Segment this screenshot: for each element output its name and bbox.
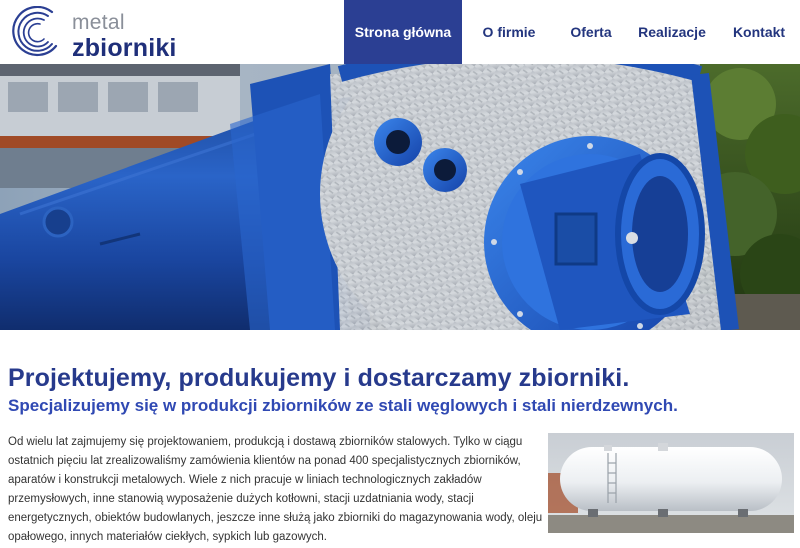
nav-item-o-firmie[interactable]: O firmie bbox=[462, 0, 556, 64]
brand-line-1: metal bbox=[72, 11, 125, 34]
white-tank-image bbox=[548, 433, 794, 533]
nav-item-strona-glowna[interactable]: Strona główna bbox=[344, 0, 462, 64]
main-content: Projektujemy, produkujemy i dostarczamy … bbox=[0, 330, 800, 548]
hero-image bbox=[0, 64, 800, 330]
intro-line: aparatów i konstrukcji metalowych. Wiele… bbox=[8, 474, 482, 486]
brand-line-2: zbiorniki bbox=[72, 34, 177, 62]
intro-line: ostatnich pięciu lat zrealizowaliśmy zam… bbox=[8, 455, 521, 467]
intro-line: energetycznych, obiektów budowlanych, je… bbox=[8, 512, 543, 524]
page-subheadline: Specjalizujemy się w produkcji zbiornikó… bbox=[8, 396, 678, 415]
white-tank-photo bbox=[548, 433, 794, 533]
page-headline: Projektujemy, produkujemy i dostarczamy … bbox=[8, 364, 630, 392]
hero-tank-photo bbox=[0, 64, 800, 330]
intro-line: Od wielu lat zajmujemy się projektowanie… bbox=[8, 436, 523, 448]
site-logo[interactable]: metal zbiorniki bbox=[10, 6, 176, 61]
nav-item-oferta[interactable]: Oferta bbox=[556, 0, 626, 64]
intro-line: opałowego, innych materiałów ciekłych, s… bbox=[8, 531, 327, 543]
nav-item-kontakt[interactable]: Kontakt bbox=[718, 0, 800, 64]
main-nav: Strona główna O firmie Oferta Realizacje… bbox=[344, 0, 800, 64]
site-header: metal zbiorniki Strona główna O firmie O… bbox=[0, 0, 800, 64]
nav-item-realizacje[interactable]: Realizacje bbox=[626, 0, 718, 64]
concentric-arcs-logo-icon bbox=[12, 6, 58, 57]
intro-line: przemysłowych, inne stanowią wyposażenie… bbox=[8, 493, 474, 505]
intro-paragraph: Od wielu lat zajmujemy się projektowanie… bbox=[8, 433, 543, 547]
